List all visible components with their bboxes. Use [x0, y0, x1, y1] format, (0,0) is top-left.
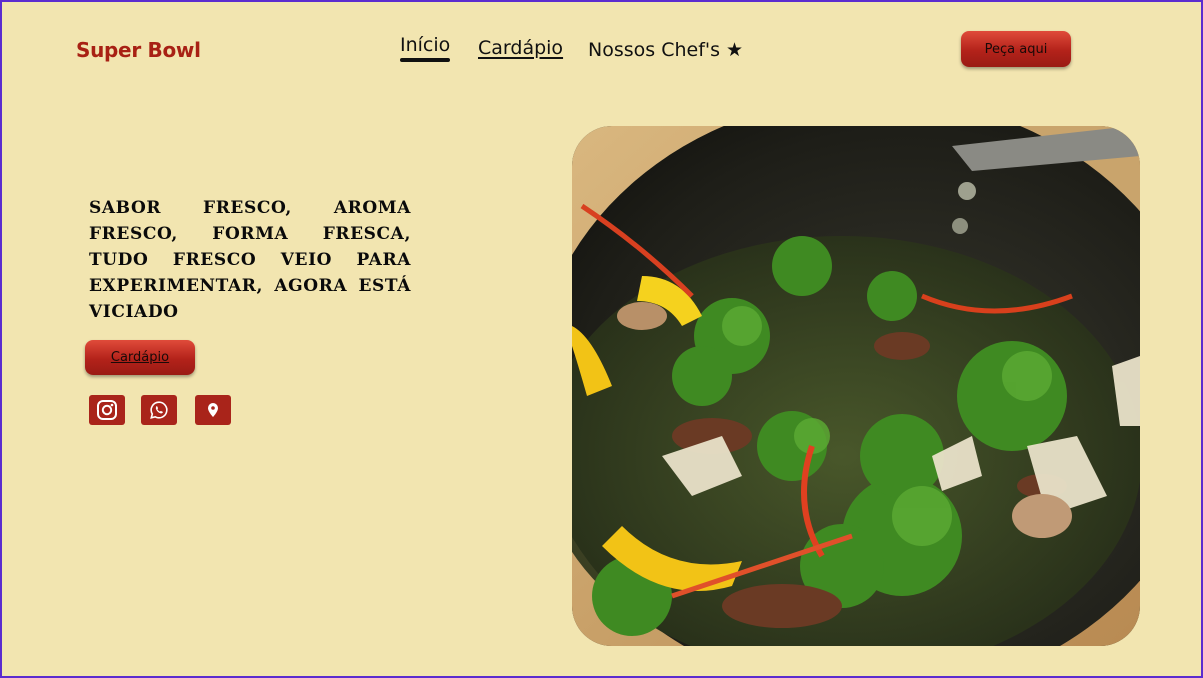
hero-image	[572, 126, 1140, 646]
order-button-label: Peça aqui	[984, 41, 1048, 57]
nav-link-inicio[interactable]: Início	[400, 34, 451, 62]
stir-fry-wok-photo	[572, 126, 1140, 646]
order-button[interactable]: Peça aqui	[961, 31, 1071, 67]
active-nav-indicator	[400, 58, 451, 62]
instagram-icon[interactable]	[89, 395, 125, 425]
page-frame: Super Bowl Início Cardápio Nossos Chef's…	[0, 0, 1203, 678]
menu-button[interactable]: Cardápio	[85, 340, 195, 375]
menu-button-label: Cardápio	[110, 350, 170, 365]
location-pin-icon[interactable]	[195, 395, 231, 425]
nav-link-chefs[interactable]: Nossos Chef's ★	[588, 39, 743, 61]
brand-logo[interactable]: Super Bowl	[76, 38, 201, 62]
whatsapp-icon[interactable]	[141, 395, 177, 425]
nav-link-cardapio[interactable]: Cardápio	[478, 37, 563, 59]
nav-label-inicio: Início	[400, 34, 451, 56]
hero-tagline: Sabor fresco, aroma fresco, forma fresca…	[89, 198, 411, 322]
